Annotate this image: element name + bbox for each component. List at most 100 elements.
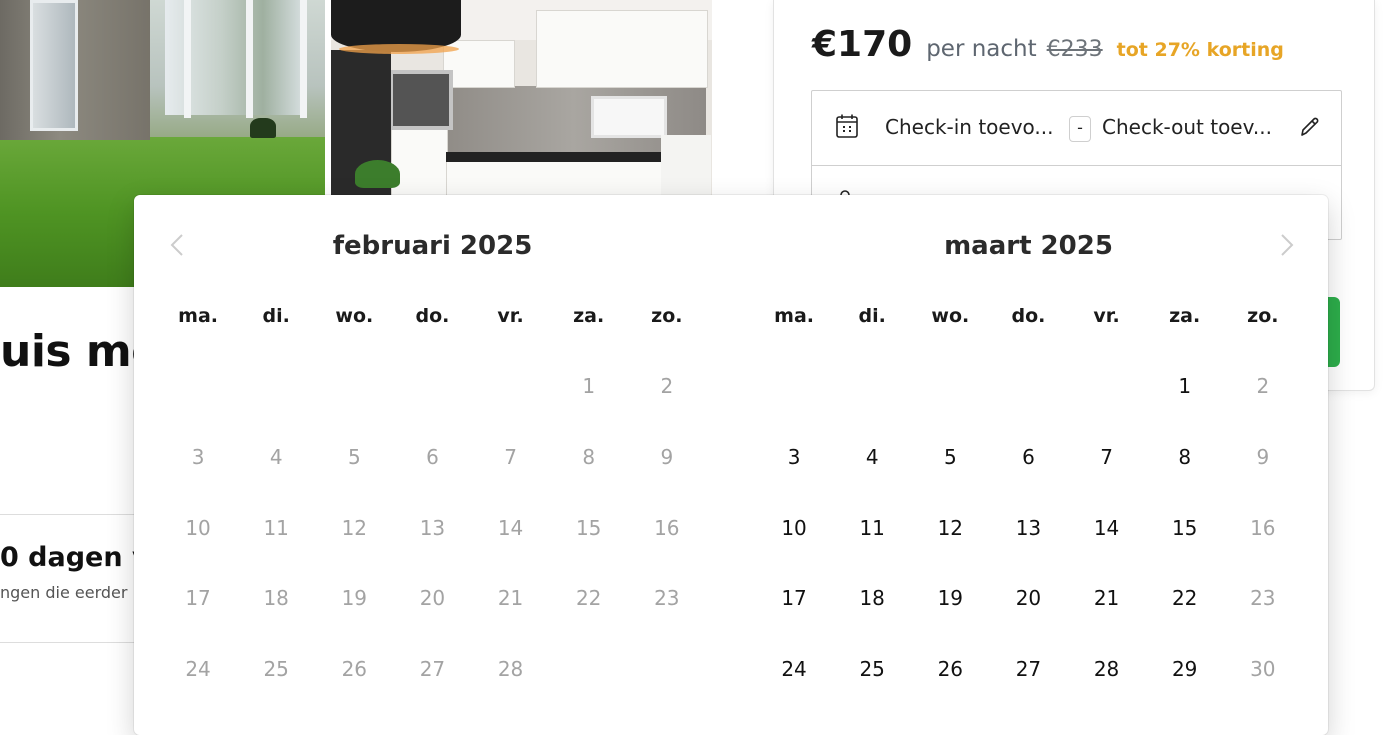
calendar-week-row: 24 25 26 27 28 29 30 (755, 649, 1302, 689)
calendar-day-disabled: 24 (185, 657, 211, 681)
calendar-day[interactable]: 3 (755, 437, 833, 477)
calendar-day[interactable]: 15 (1146, 508, 1224, 548)
calendar-day-disabled: 25 (263, 657, 289, 681)
calendar-week-row: 24 25 26 27 28 (159, 649, 706, 689)
calendar-day[interactable]: 27 (989, 649, 1067, 689)
calendar-week-row: 10 11 12 13 14 15 16 (755, 508, 1302, 548)
weekday-label: ma. (774, 305, 814, 327)
calendar-day[interactable]: 5 (911, 437, 989, 477)
calendar-day-disabled: 7 (504, 444, 517, 469)
calendar-day[interactable]: 14 (1068, 508, 1146, 548)
calendar-week-row: 17 18 19 20 21 22 23 (755, 578, 1302, 618)
calendar-day-disabled: 12 (341, 515, 368, 540)
calendar-day[interactable]: 20 (989, 578, 1067, 618)
calendar-week-row: 17 18 19 20 21 22 23 (159, 578, 706, 618)
calendar-day-disabled: 23 (1250, 586, 1276, 611)
photo-microwave (389, 70, 453, 130)
calendar-day-disabled: 26 (341, 657, 368, 681)
calendar-day-disabled: 5 (347, 444, 361, 469)
calendar-day-disabled: 21 (497, 586, 524, 611)
calendar-day[interactable]: 7 (1068, 437, 1146, 477)
calendar-day-disabled: 17 (185, 586, 211, 611)
photo-upper-cabinet (536, 10, 708, 88)
calendar-day[interactable]: 6 (989, 437, 1067, 477)
calendar-day[interactable]: 29 (1146, 649, 1224, 689)
calendar-day[interactable]: 17 (755, 578, 833, 618)
calendar-day[interactable]: 12 (911, 508, 989, 548)
calendar-day-disabled: 9 (660, 444, 674, 469)
calendar-day-disabled: 1 (582, 374, 596, 398)
cancellation-subtext: ngen die eerder (0, 583, 128, 602)
calendar-day-disabled: 14 (497, 515, 524, 540)
date-range-field[interactable]: Check-in toevo... - Check-out toev... (812, 91, 1341, 166)
calendar-day-disabled: 13 (419, 515, 446, 540)
photo-cabin-door (30, 0, 78, 131)
weekday-label: za. (573, 305, 605, 327)
calendar-day-disabled: 27 (419, 657, 446, 681)
calendar-day[interactable]: 24 (755, 649, 833, 689)
weekday-label: di. (858, 305, 886, 327)
calendar-day[interactable]: 25 (833, 649, 911, 689)
checkin-field[interactable]: Check-in toevo... (885, 115, 1054, 139)
calendar-day[interactable]: 26 (911, 649, 989, 689)
calendar-day-disabled: 19 (341, 586, 368, 611)
calendar-day[interactable]: 1 (1146, 366, 1224, 406)
calendar-day-disabled: 2 (1256, 374, 1270, 398)
price-unit: per nacht (926, 36, 1037, 62)
calendar-day-disabled: 11 (263, 515, 289, 540)
calendar-day[interactable]: 18 (833, 578, 911, 618)
calendar-day-disabled: 10 (185, 515, 211, 540)
calendar-day-disabled: 6 (426, 444, 439, 469)
calendar-day[interactable]: 22 (1146, 578, 1224, 618)
photo-window-post (246, 0, 253, 118)
price: €170 (812, 24, 913, 65)
calendar-day-disabled: 16 (654, 515, 680, 540)
calendar-day-disabled: 30 (1250, 657, 1276, 681)
photo-window-post (300, 0, 307, 118)
divider (0, 642, 140, 643)
calendar-day-disabled: 9 (1256, 444, 1270, 469)
calendar-week-row: 12 (159, 366, 706, 406)
calendar-week-row: 3 4 5 6 7 8 9 (159, 437, 706, 477)
calendar-day[interactable]: 8 (1146, 437, 1224, 477)
weekday-label: za. (1169, 305, 1201, 327)
calendar-day[interactable]: 11 (833, 508, 911, 548)
checkout-field[interactable]: Check-out toev... (1102, 115, 1272, 139)
weekday-header: ma. di. wo. do. vr. za. zo. (159, 305, 706, 327)
calendar-icon (836, 114, 858, 138)
photo-countertop (446, 152, 661, 162)
cancellation-heading: 0 dagen v (0, 542, 150, 573)
calendar-day[interactable]: 13 (989, 508, 1067, 548)
book-button[interactable] (1326, 297, 1340, 367)
calendar-week-row: 12 (755, 366, 1302, 406)
weekday-label: wo. (931, 305, 970, 327)
pencil-icon[interactable] (1298, 115, 1322, 139)
weekday-label: ma. (178, 305, 218, 327)
weekday-label: zo. (651, 305, 683, 327)
calendar-day-disabled: 2 (660, 374, 674, 398)
calendar-week-row: 10 11 12 13 14 15 16 (159, 508, 706, 548)
calendar-day-disabled: 8 (582, 444, 596, 469)
calendar-day[interactable]: 10 (755, 508, 833, 548)
weekday-label: wo. (335, 305, 374, 327)
calendar-day-disabled: 15 (575, 515, 602, 540)
calendar-day[interactable]: 21 (1068, 578, 1146, 618)
weekday-label: vr. (1093, 305, 1120, 327)
calendar-day-disabled: 18 (263, 586, 289, 611)
photo-plant (355, 160, 400, 188)
datepicker-popup: februari 2025 ma. di. wo. do. vr. za. zo… (134, 195, 1328, 735)
calendar-day-disabled: 3 (191, 444, 205, 469)
price-row: €170 per nacht €233 tot 27% korting (812, 24, 1284, 65)
divider (0, 514, 140, 515)
weekday-label: zo. (1247, 305, 1279, 327)
calendar-day-disabled: 28 (497, 657, 524, 681)
calendar-day[interactable]: 19 (911, 578, 989, 618)
photo-plant (250, 118, 276, 138)
weekday-header: ma. di. wo. do. vr. za. zo. (755, 305, 1302, 327)
photo-lamp-glow (339, 44, 459, 54)
calendar-day[interactable]: 4 (833, 437, 911, 477)
calendar-day-disabled: 22 (575, 586, 602, 611)
discount-label: tot 27% korting (1116, 39, 1284, 61)
calendar-day[interactable]: 28 (1068, 649, 1146, 689)
photo-kitchen-window (591, 96, 667, 138)
